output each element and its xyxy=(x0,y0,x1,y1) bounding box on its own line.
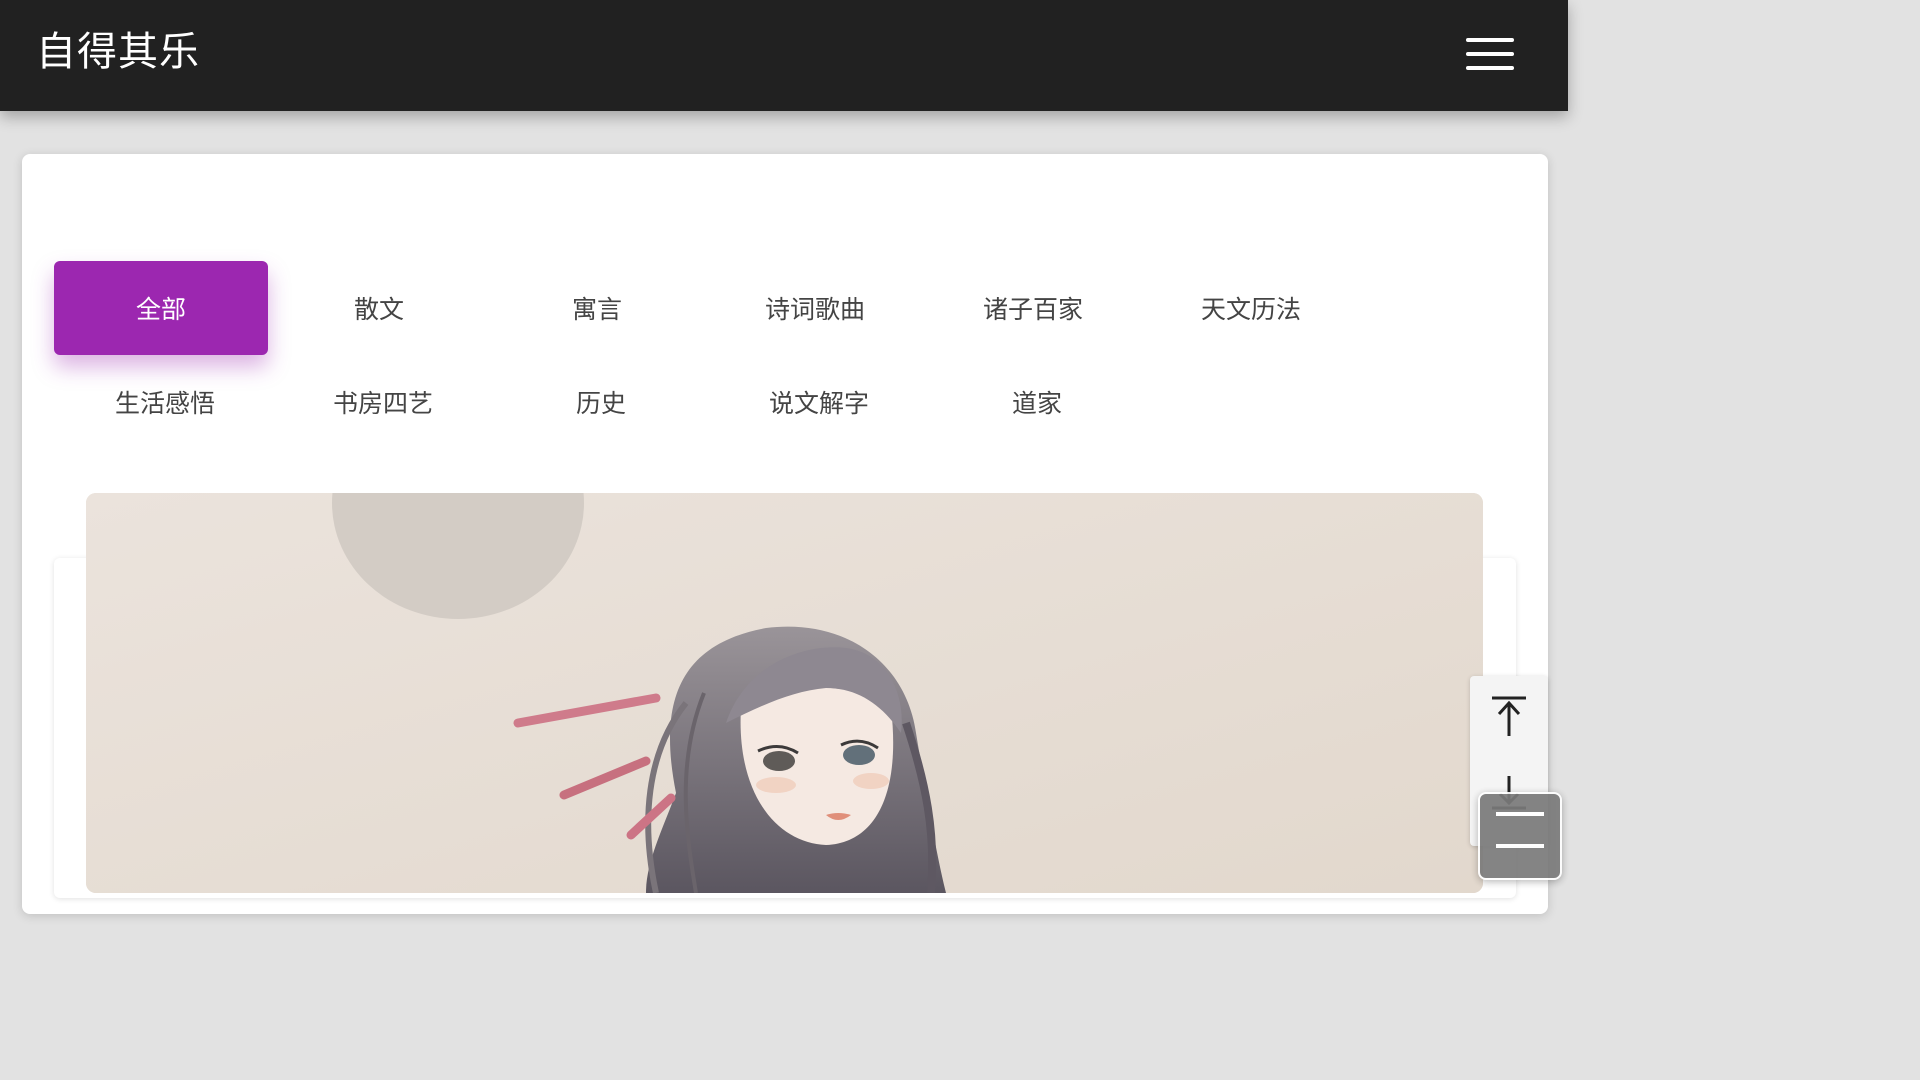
category-tab-life[interactable]: 生活感悟 xyxy=(58,355,272,449)
category-tab-all[interactable]: 全部 xyxy=(54,261,268,355)
category-tab-philosophers[interactable]: 诸子百家 xyxy=(926,261,1140,355)
category-tab-study-arts[interactable]: 书房四艺 xyxy=(276,355,490,449)
category-tab-taoism[interactable]: 道家 xyxy=(930,355,1144,449)
category-tab-etymology[interactable]: 说文解字 xyxy=(712,355,926,449)
site-title[interactable]: 自得其乐 xyxy=(36,26,200,78)
menu-lines-icon[interactable] xyxy=(1478,792,1562,880)
article-cover-image[interactable] xyxy=(86,493,1483,893)
category-tab-astronomy[interactable]: 天文历法 xyxy=(1144,261,1358,355)
category-tab-prose[interactable]: 散文 xyxy=(272,261,486,355)
category-tab-history[interactable]: 历史 xyxy=(494,355,708,449)
scroll-to-top-icon[interactable] xyxy=(1470,676,1548,756)
illustration-girl xyxy=(86,493,1483,893)
category-tab-fable[interactable]: 寓言 xyxy=(490,261,704,355)
category-tab-poetry[interactable]: 诗词歌曲 xyxy=(708,261,922,355)
top-app-bar: 自得其乐 xyxy=(0,0,1568,111)
hamburger-menu-icon[interactable] xyxy=(1458,30,1522,78)
